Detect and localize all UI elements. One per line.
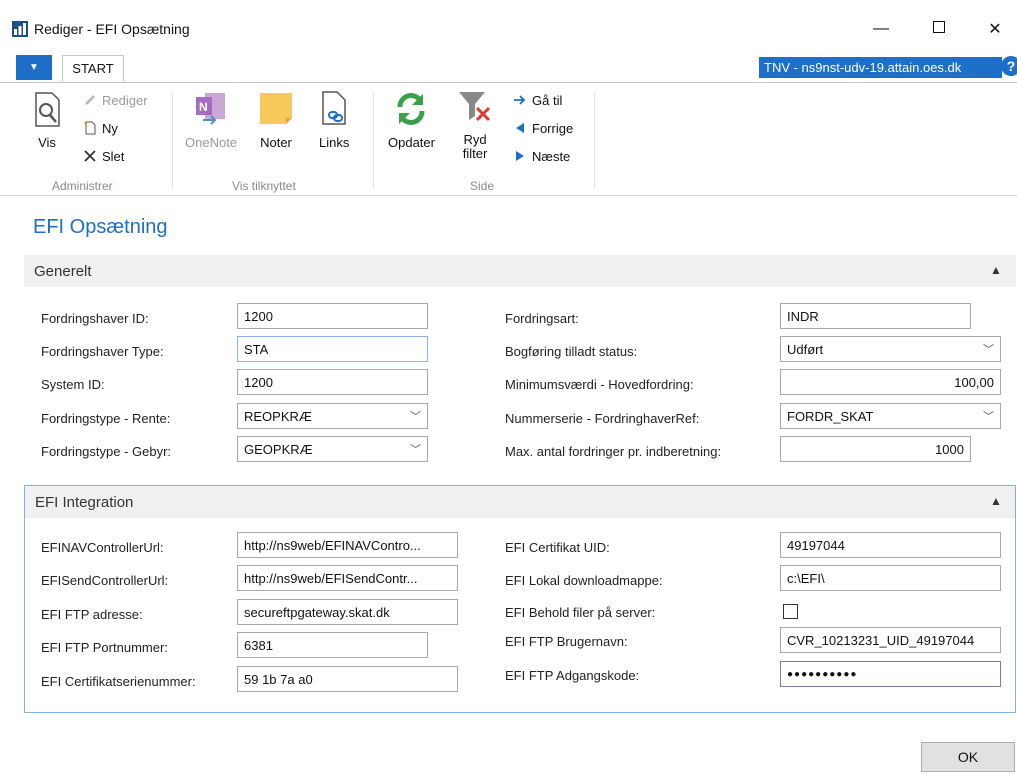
fordringshaver-id-field[interactable]: 1200 (237, 303, 428, 329)
slet-button[interactable]: Slet (82, 146, 124, 166)
clear-filter-icon (457, 88, 493, 133)
label-fordringsart: Fordringsart: (505, 311, 579, 326)
view-document-icon (32, 92, 62, 135)
group-label-vis-tilknyttet: Vis tilknyttet (232, 179, 296, 193)
label-efi-ftp-portnummer: EFI FTP Portnummer: (41, 640, 168, 655)
ga-til-button[interactable]: Gå til (512, 90, 562, 110)
section-header-efi-integration[interactable]: EFI Integration (25, 486, 1015, 518)
chevron-down-icon: ﹀ (983, 411, 994, 423)
efi-ftp-portnummer-field[interactable]: 6381 (237, 632, 428, 658)
label-efisendcontrollerurl: EFISendControllerUrl: (41, 573, 169, 588)
minimize-button[interactable]: — (858, 14, 904, 44)
max-antal-fordringer-field[interactable]: 1000 (780, 436, 971, 462)
label-fordringstype-gebyr: Fordringstype - Gebyr: (41, 444, 172, 459)
noter-button[interactable]: Noter (258, 90, 294, 150)
efi-ftp-brugernavn-field[interactable]: CVR_10213231_UID_49197044 (780, 627, 1001, 653)
label-efinavcontrollerurl: EFINAVControllerUrl: (41, 540, 164, 555)
chevron-down-icon: ﹀ (410, 411, 421, 423)
tab-start[interactable]: START (62, 55, 124, 82)
group-label-side: Side (470, 179, 495, 193)
page-title: EFI Opsætning (33, 216, 168, 238)
rediger-button[interactable]: Rediger (82, 90, 148, 110)
svg-text:N: N (199, 100, 208, 114)
efi-certifikatserienummer-field[interactable]: 59 1b 7a a0 (237, 666, 458, 692)
caret-down-icon: ▼ (29, 62, 39, 73)
efi-certifikat-uid-field[interactable]: 49197044 (780, 532, 1001, 558)
ok-button[interactable]: OK (921, 742, 1015, 772)
ribbon-separator (594, 93, 595, 188)
label-efi-ftp-adresse: EFI FTP adresse: (41, 607, 143, 622)
chevron-down-icon: ﹀ (983, 344, 994, 356)
fordringshaver-type-field[interactable]: STA (237, 336, 428, 362)
new-document-icon (82, 120, 98, 136)
label-efi-certifikatserienummer: EFI Certifikatserienummer: (41, 674, 196, 689)
label-bogfoering-tilladt-status: Bogføring tilladt status: (505, 344, 638, 359)
app-icon (12, 21, 28, 37)
application-menu-button[interactable]: ▼ (16, 55, 52, 80)
help-icon[interactable]: ? (1001, 56, 1017, 76)
delete-x-icon (82, 148, 98, 164)
label-fordringshaver-type: Fordringshaver Type: (41, 344, 164, 359)
efi-lokal-downloadmappe-field[interactable]: c:\EFI\ (780, 565, 1001, 591)
ribbon-separator (172, 93, 173, 188)
fordringstype-rente-select[interactable]: REOPKRÆ ﹀ (237, 403, 428, 429)
ribbon-separator (373, 93, 374, 188)
triangle-left-icon (512, 120, 528, 136)
group-label-administrer: Administrer (52, 179, 113, 193)
minimumsvaerdi-field[interactable]: 100,00 (780, 369, 1001, 395)
efinavcontrollerurl-field[interactable]: http://ns9web/EFINAVContro... (237, 532, 458, 558)
label-efi-ftp-brugernavn: EFI FTP Brugernavn: (505, 634, 628, 649)
ny-button[interactable]: Ny (82, 118, 118, 138)
triangle-right-icon (512, 148, 528, 164)
efisendcontrollerurl-field[interactable]: http://ns9web/EFISendContr... (237, 565, 458, 591)
link-icon (319, 90, 349, 135)
label-efi-lokal-downloadmappe: EFI Lokal downloadmappe: (505, 573, 663, 588)
bogfoering-tilladt-status-select[interactable]: Udført ﹀ (780, 336, 1001, 362)
server-badge: TNV - ns9nst-udv-19.attain.oes.dk (759, 57, 1002, 78)
opdater-button[interactable]: Opdater (388, 90, 435, 150)
label-efi-certifikat-uid: EFI Certifikat UID: (505, 540, 610, 555)
close-button[interactable]: ✕ (972, 14, 1017, 44)
label-fordringstype-rente: Fordringstype - Rente: (41, 411, 171, 426)
naeste-button[interactable]: Næste (512, 146, 570, 166)
links-button[interactable]: Links (319, 90, 349, 150)
maximize-button[interactable] (916, 14, 962, 44)
collapse-chevron-icon[interactable]: ▲ (990, 494, 1002, 508)
label-minimumsvaerdi: Minimumsværdi - Hovedfordring: (505, 377, 694, 392)
label-system-id: System ID: (41, 377, 105, 392)
onenote-button[interactable]: N OneNote (185, 90, 237, 150)
chevron-down-icon: ﹀ (410, 444, 421, 456)
label-nummerserie: Nummerserie - FordringhaverRef: (505, 411, 700, 426)
vis-button[interactable]: Vis (32, 92, 62, 150)
minimize-icon: — (873, 20, 889, 37)
efi-ftp-adgangskode-field[interactable]: ●●●●●●●●●● (780, 661, 1001, 687)
fordringsart-field[interactable]: INDR (780, 303, 971, 329)
efi-ftp-adresse-field[interactable]: secureftpgateway.skat.dk (237, 599, 458, 625)
nummerserie-select[interactable]: FORDR_SKAT ﹀ (780, 403, 1001, 429)
label-efi-ftp-adgangskode: EFI FTP Adgangskode: (505, 668, 640, 683)
ribbon (0, 83, 1017, 196)
window-title: Rediger - EFI Opsætning (34, 21, 190, 37)
collapse-chevron-icon[interactable]: ▲ (990, 263, 1002, 277)
maximize-icon (933, 20, 945, 38)
section-header-generelt[interactable]: Generelt (24, 255, 1016, 287)
onenote-icon: N (193, 90, 229, 135)
arrow-right-icon (512, 92, 528, 108)
close-icon: ✕ (988, 21, 1002, 38)
ryd-filter-button[interactable]: Ryd filter (457, 88, 493, 161)
label-max-antal-fordringer: Max. antal fordringer pr. indberetning: (505, 444, 722, 459)
system-id-field[interactable]: 1200 (237, 369, 428, 395)
note-icon (258, 90, 294, 135)
refresh-icon (392, 90, 430, 135)
label-efi-behold-filer: EFI Behold filer på server: (505, 605, 656, 620)
fordringstype-gebyr-select[interactable]: GEOPKRÆ ﹀ (237, 436, 428, 462)
pencil-icon (82, 92, 98, 108)
efi-behold-filer-checkbox[interactable] (783, 604, 798, 619)
forrige-button[interactable]: Forrige (512, 118, 573, 138)
label-fordringshaver-id: Fordringshaver ID: (41, 311, 149, 326)
